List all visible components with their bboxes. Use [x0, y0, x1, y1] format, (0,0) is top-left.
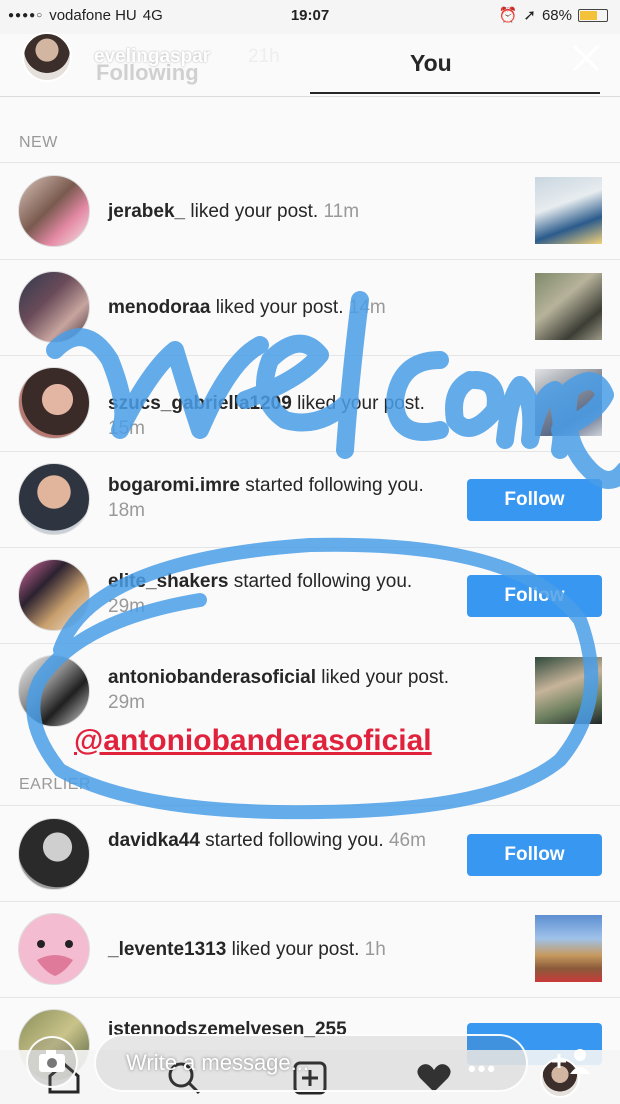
post-thumbnail[interactable] — [535, 177, 602, 244]
notification-action: started following you. — [228, 571, 413, 592]
status-right: ⏰ ➚ 68% — [499, 6, 608, 24]
notification-row[interactable]: bogaromi.imre started following you. 18m… — [0, 451, 620, 547]
follow-button[interactable]: Follow — [467, 479, 602, 521]
notification-action: liked your post. — [185, 201, 324, 222]
user-avatar[interactable] — [18, 463, 90, 535]
story-bottom-bar: Write a message... ••• — [0, 1010, 620, 1104]
username-link[interactable]: szucs_gabriella1209 — [108, 393, 292, 414]
section-new-label: NEW — [19, 134, 58, 151]
notification-time: 46m — [388, 830, 426, 851]
close-icon[interactable] — [568, 40, 604, 76]
follow-button[interactable]: Follow — [467, 834, 602, 876]
username-link[interactable]: menodoraa — [108, 297, 210, 318]
username-link[interactable]: _levente1313 — [108, 939, 226, 960]
user-avatar[interactable] — [18, 818, 90, 890]
notification-action: liked your post. — [315, 667, 450, 688]
notification-text: menodoraa liked your post. 14m — [108, 295, 453, 320]
story-user-avatar[interactable] — [22, 32, 72, 82]
notification-row[interactable]: elite_shakers started following you. 29m… — [0, 547, 620, 643]
user-avatar[interactable] — [18, 559, 90, 631]
notification-text: _levente1313 liked your post. 1h — [108, 937, 453, 962]
username-link[interactable]: antoniobanderasoficial — [108, 667, 316, 688]
battery-icon — [578, 8, 608, 22]
user-avatar[interactable] — [18, 655, 90, 727]
notification-text: szucs_gabriella1209 liked your post. 15m — [108, 391, 453, 441]
section-earlier-label: EARLIER — [19, 776, 91, 793]
notification-text: bogaromi.imre started following you. 18m — [108, 473, 453, 523]
notification-time: 14m — [348, 297, 386, 318]
notification-time: 15m — [108, 418, 145, 439]
post-thumbnail[interactable] — [535, 369, 602, 436]
notification-time: 29m — [108, 596, 145, 617]
username-link[interactable]: elite_shakers — [108, 571, 228, 592]
notification-row[interactable]: jerabek_ liked your post. 11m — [0, 163, 620, 259]
username-link[interactable]: davidka44 — [108, 830, 200, 851]
alarm-icon: ⏰ — [498, 7, 518, 24]
battery-percent: 68% — [541, 6, 572, 24]
post-thumbnail[interactable] — [535, 915, 602, 982]
story-time-ago: 21h — [248, 46, 280, 67]
notification-text: jerabek_ liked your post. 11m — [108, 199, 453, 224]
notification-time: 1h — [364, 939, 386, 960]
notification-row[interactable]: szucs_gabriella1209 liked your post. 15m — [0, 355, 620, 451]
more-options-icon[interactable]: ••• — [468, 1056, 497, 1082]
post-thumbnail[interactable] — [535, 273, 602, 340]
follow-button[interactable]: Follow — [467, 575, 602, 617]
notification-text: elite_shakers started following you. 29m — [108, 569, 453, 619]
post-thumbnail[interactable] — [535, 657, 602, 724]
username-link[interactable]: jerabek_ — [108, 201, 185, 222]
notification-action: started following you. — [199, 830, 389, 851]
user-avatar[interactable] — [18, 913, 90, 985]
add-friend-icon[interactable] — [548, 1046, 598, 1076]
user-avatar[interactable] — [18, 271, 90, 343]
story-header: Following evelingaspar 21h You — [0, 28, 620, 96]
story-username[interactable]: evelingaspar — [94, 46, 210, 68]
notification-time: 29m — [108, 692, 145, 713]
username-link[interactable]: bogaromi.imre — [108, 475, 240, 496]
notification-row[interactable]: davidka44 started following you. 46m Fol… — [0, 806, 620, 902]
camera-icon — [39, 1050, 65, 1072]
notification-row[interactable]: menodoraa liked your post. 14m — [0, 259, 620, 355]
notification-time: 18m — [108, 500, 145, 521]
active-tab-indicator — [310, 92, 600, 94]
notification-row[interactable]: _levente1313 liked your post. 1h — [0, 901, 620, 997]
notification-text: davidka44 started following you. 46m — [108, 828, 453, 853]
message-input[interactable]: Write a message... — [94, 1034, 528, 1092]
header-divider — [0, 96, 620, 97]
notification-time: 11m — [323, 201, 360, 222]
notification-action: started following you. — [239, 475, 424, 496]
mention-sticker[interactable]: @antoniobanderasoficial — [74, 724, 432, 758]
user-avatar[interactable] — [18, 367, 90, 439]
user-avatar[interactable] — [18, 175, 90, 247]
blobfish-avatar-icon — [19, 914, 89, 984]
notification-action: liked your post. — [291, 393, 425, 414]
notification-action: liked your post. — [226, 939, 365, 960]
location-arrow-icon: ➚ — [523, 7, 536, 24]
notification-text: antoniobanderasoficial liked your post. … — [108, 665, 453, 715]
camera-button[interactable] — [26, 1036, 78, 1088]
tab-you[interactable]: You — [410, 50, 452, 77]
battery-fill — [580, 10, 598, 20]
notification-action: liked your post. — [210, 297, 349, 318]
